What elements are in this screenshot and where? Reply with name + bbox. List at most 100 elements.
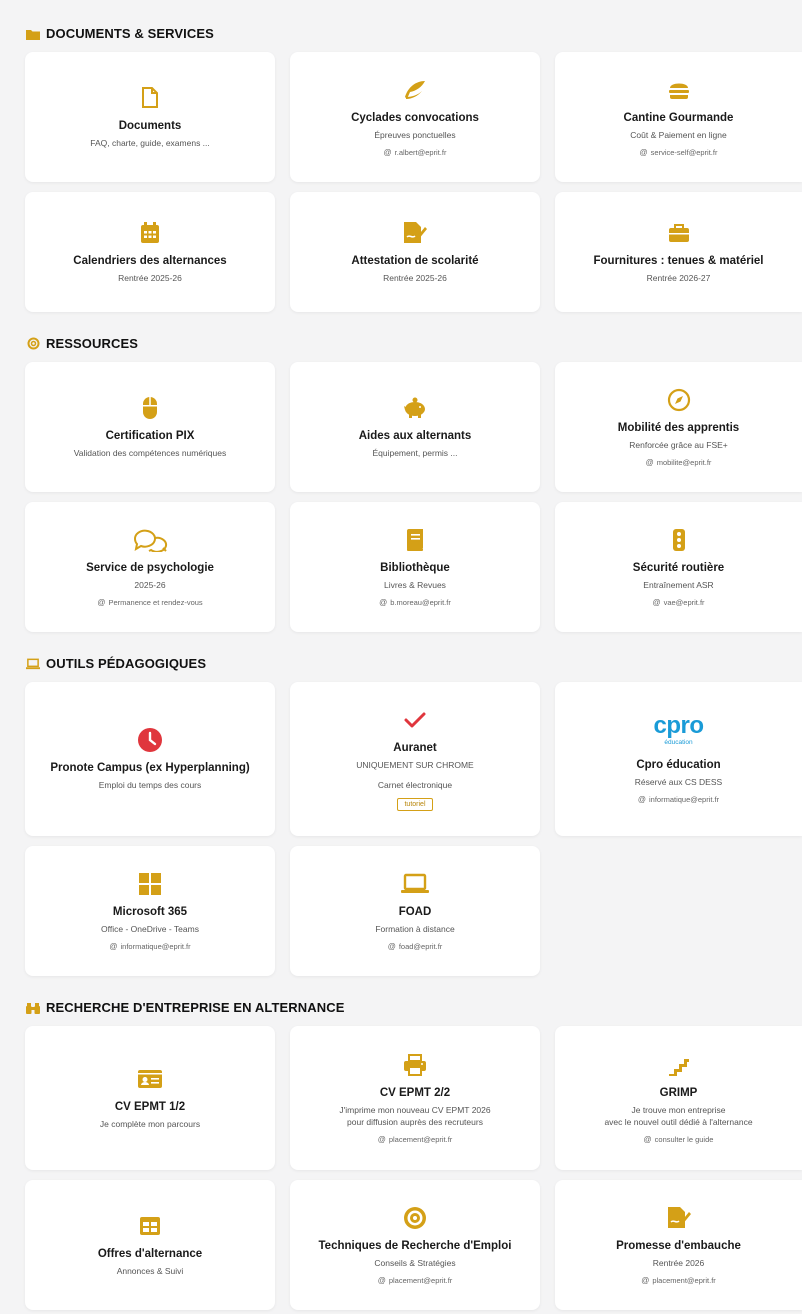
card-subtitle: J'imprime mon nouveau CV EPMT 2026 bbox=[339, 1105, 491, 1116]
at-icon: @ bbox=[383, 148, 392, 158]
table-icon bbox=[139, 1213, 161, 1239]
card-bibliotheque[interactable]: Bibliothèque Livres & Revues @ b.moreau@e… bbox=[290, 502, 540, 632]
card-title: Calendriers des alternances bbox=[73, 254, 227, 267]
card-title: Mobilité des apprentis bbox=[617, 421, 740, 434]
card-microsoft-365[interactable]: Microsoft 365 Office - OneDrive - Teams … bbox=[25, 846, 275, 976]
card-title: Offres d'alternance bbox=[97, 1247, 203, 1260]
card-grimp[interactable]: GRIMP Je trouve mon entreprise avec le n… bbox=[555, 1026, 802, 1170]
card-aides[interactable]: Aides aux alternants Équipement, permis … bbox=[290, 362, 540, 492]
card-email[interactable]: @ mobilite@eprit.fr bbox=[646, 458, 712, 467]
card-subtitle-2: pour diffusion auprès des recruteurs bbox=[347, 1116, 483, 1127]
mouse-icon bbox=[142, 395, 158, 421]
card-cantine[interactable]: Cantine Gourmande Coût & Paiement en lig… bbox=[555, 52, 802, 182]
lifebuoy-icon bbox=[26, 337, 40, 351]
folder-icon bbox=[26, 27, 40, 41]
card-cyclades[interactable]: Cyclades convocations Épreuves ponctuell… bbox=[290, 52, 540, 182]
card-attestation[interactable]: Attestation de scolarité Rentrée 2025-26 bbox=[290, 192, 540, 312]
consulter-guide-link[interactable]: @ consulter le guide bbox=[644, 1135, 714, 1144]
card-auranet[interactable]: Auranet UNIQUEMENT SUR CHROME Carnet éle… bbox=[290, 682, 540, 836]
card-mobilite[interactable]: Mobilité des apprentis Renforcée grâce a… bbox=[555, 362, 802, 492]
at-icon: @ bbox=[377, 1276, 386, 1286]
card-techniques-emploi[interactable]: Techniques de Recherche d'Emploi Conseil… bbox=[290, 1180, 540, 1310]
card-subtitle: Réservé aux CS DESS bbox=[634, 776, 723, 787]
at-icon: @ bbox=[379, 598, 388, 608]
calendar-icon bbox=[140, 220, 160, 246]
card-email[interactable]: @ Permanence et rendez-vous bbox=[97, 598, 202, 607]
card-fournitures[interactable]: Fournitures : tenues & matériel Rentrée … bbox=[555, 192, 802, 312]
at-icon: @ bbox=[639, 148, 648, 158]
card-subtitle: UNIQUEMENT SUR CHROME bbox=[356, 760, 474, 771]
card-cv-epmt-2[interactable]: CV EPMT 2/2 J'imprime mon nouveau CV EPM… bbox=[290, 1026, 540, 1170]
card-subtitle: FAQ, charte, guide, examens ... bbox=[90, 137, 210, 148]
card-offres-alternance[interactable]: Offres d'alternance Annonces & Suivi bbox=[25, 1180, 275, 1310]
card-title: Documents bbox=[118, 119, 182, 132]
cpro-logo: cpro éducation bbox=[653, 711, 704, 746]
card-pronote[interactable]: Pronote Campus (ex Hyperplanning) Emploi… bbox=[25, 682, 275, 836]
card-title: FOAD bbox=[398, 905, 432, 918]
card-email[interactable]: @ r.albert@eprit.fr bbox=[384, 148, 447, 157]
card-title: CV EPMT 2/2 bbox=[379, 1086, 451, 1099]
card-title: Pronote Campus (ex Hyperplanning) bbox=[50, 761, 250, 774]
check-icon bbox=[403, 707, 427, 733]
card-title: Fournitures : tenues & matériel bbox=[593, 254, 764, 267]
tutoriel-button[interactable]: tutoriel bbox=[397, 798, 433, 812]
burger-icon bbox=[668, 77, 690, 103]
card-pix[interactable]: Certification PIX Validation des compéte… bbox=[25, 362, 275, 492]
at-icon: @ bbox=[377, 1135, 386, 1145]
card-email[interactable]: @ placement@eprit.fr bbox=[641, 1276, 716, 1285]
card-subtitle: Rentrée 2026-27 bbox=[646, 272, 711, 283]
card-email[interactable]: @ placement@eprit.fr bbox=[378, 1135, 453, 1144]
card-promesse-embauche[interactable]: Promesse d'embauche Rentrée 2026 @ placem… bbox=[555, 1180, 802, 1310]
binoculars-icon bbox=[26, 1001, 40, 1015]
at-icon: @ bbox=[637, 795, 646, 805]
card-psychologie[interactable]: Service de psychologie 2025-26 @ Permanen… bbox=[25, 502, 275, 632]
card-subtitle: Formation à distance bbox=[375, 923, 455, 934]
card-subtitle: Équipement, permis ... bbox=[372, 447, 458, 458]
book-icon bbox=[405, 527, 425, 553]
card-email[interactable]: @ vae@eprit.fr bbox=[652, 598, 704, 607]
card-title: Techniques de Recherche d'Emploi bbox=[318, 1239, 512, 1252]
piggy-bank-icon bbox=[401, 395, 429, 421]
card-title: Cpro éducation bbox=[636, 758, 721, 771]
traffic-light-icon bbox=[672, 527, 686, 553]
section-title-recherche: RECHERCHE D'ENTREPRISE EN ALTERNANCE bbox=[26, 1000, 345, 1015]
card-subtitle: 2025-26 bbox=[134, 579, 166, 590]
card-subtitle-2: avec le nouvel outil dédié à l'alternanc… bbox=[604, 1116, 753, 1127]
printer-icon bbox=[403, 1052, 427, 1078]
file-icon bbox=[141, 85, 159, 111]
card-email[interactable]: @ informatique@eprit.fr bbox=[638, 795, 719, 804]
card-title: Promesse d'embauche bbox=[616, 1239, 741, 1252]
card-subtitle: Validation des compétences numériques bbox=[73, 447, 227, 458]
card-email[interactable]: @ informatique@eprit.fr bbox=[109, 942, 190, 951]
card-email[interactable]: @ b.moreau@eprit.fr bbox=[379, 598, 451, 607]
card-title: Attestation de scolarité bbox=[351, 254, 479, 267]
card-subtitle: Rentrée 2025-26 bbox=[383, 272, 447, 283]
clock-icon bbox=[137, 727, 163, 753]
card-foad[interactable]: FOAD Formation à distance @ foad@eprit.fr bbox=[290, 846, 540, 976]
at-icon: @ bbox=[643, 1135, 652, 1145]
card-cv-epmt-1[interactable]: CV EPMT 1/2 Je complète mon parcours bbox=[25, 1026, 275, 1170]
at-icon: @ bbox=[387, 942, 396, 952]
card-title: Certification PIX bbox=[105, 429, 195, 442]
card-subtitle: Annonces & Suivi bbox=[116, 1265, 184, 1276]
card-cpro[interactable]: cpro éducation Cpro éducation Réservé au… bbox=[555, 682, 802, 836]
at-icon: @ bbox=[97, 598, 106, 608]
card-subtitle: Entraînement ASR bbox=[643, 579, 714, 590]
card-title: Service de psychologie bbox=[86, 561, 214, 574]
compass-icon bbox=[667, 387, 691, 413]
card-email[interactable]: @ foad@eprit.fr bbox=[388, 942, 443, 951]
card-securite-routiere[interactable]: Sécurité routière Entraînement ASR @ vae@… bbox=[555, 502, 802, 632]
card-documents[interactable]: Documents FAQ, charte, guide, examens ..… bbox=[25, 52, 275, 182]
at-icon: @ bbox=[645, 458, 654, 468]
card-subtitle: Emploi du temps des cours bbox=[98, 779, 202, 790]
card-subtitle: Rentrée 2026 bbox=[652, 1257, 705, 1268]
card-title: GRIMP bbox=[659, 1086, 698, 1099]
card-subtitle: Épreuves ponctuelles bbox=[374, 129, 456, 140]
card-subtitle: Conseils & Stratégies bbox=[374, 1257, 456, 1268]
card-email[interactable]: @ placement@eprit.fr bbox=[378, 1276, 453, 1285]
card-title: Microsoft 365 bbox=[112, 905, 188, 918]
card-email[interactable]: @ service-self@eprit.fr bbox=[640, 148, 718, 157]
card-calendriers[interactable]: Calendriers des alternances Rentrée 2025… bbox=[25, 192, 275, 312]
card-subtitle: Je trouve mon entreprise bbox=[631, 1105, 726, 1116]
card-subtitle: Office - OneDrive - Teams bbox=[101, 923, 199, 934]
